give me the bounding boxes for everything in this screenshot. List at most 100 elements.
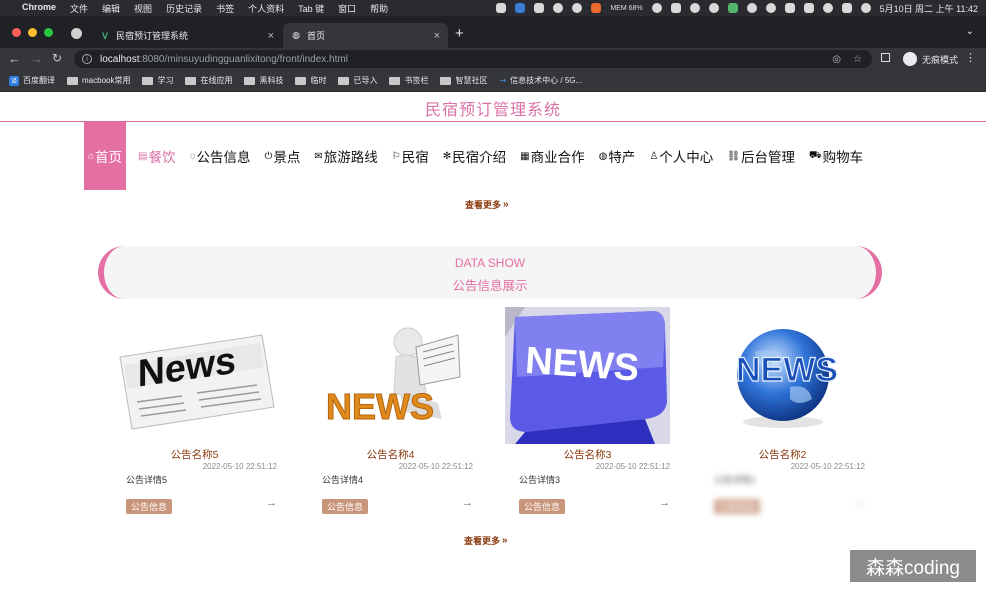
nav-home[interactable]: ⌂ 首页 — [84, 122, 127, 190]
card-badge[interactable]: 公告信息 — [126, 499, 173, 514]
wifi-icon[interactable] — [746, 3, 757, 13]
announcement-card[interactable]: NEWS 公告名称2 2022-05-10 22:51:12 公告详情2 公告信… — [700, 307, 865, 517]
folder-icon — [338, 76, 350, 85]
nav-user-center[interactable]: ♙ 个人中心 — [649, 146, 713, 166]
tab-admin[interactable]: V 民宿预订管理系统 × — [92, 23, 282, 48]
close-tab-icon[interactable]: × — [434, 30, 440, 42]
zoom-window-icon[interactable] — [44, 28, 53, 37]
status-app-icon[interactable] — [708, 3, 719, 13]
star-icon[interactable]: ☆ — [853, 54, 862, 65]
status-app-icon[interactable] — [651, 3, 662, 13]
nav-routes[interactable]: ✉ 旅游路线 — [314, 146, 377, 166]
minimize-window-icon[interactable] — [28, 28, 37, 37]
control-icon[interactable] — [841, 3, 852, 13]
status-app-icon[interactable] — [689, 3, 700, 13]
bookmark-folder[interactable]: 临时 — [295, 75, 326, 86]
card-title[interactable]: 公告名称4 — [308, 447, 473, 462]
menu-window[interactable]: 窗口 — [338, 2, 356, 15]
menu-profile[interactable]: 个人资料 — [248, 2, 284, 15]
close-tab-icon[interactable]: × — [268, 30, 274, 42]
status-app-icon[interactable] — [515, 3, 526, 13]
status-app-icon[interactable] — [591, 3, 602, 13]
address-bar[interactable]: i localhost :8080/minsuyudingguanlixiton… — [74, 50, 872, 68]
menu-edit[interactable]: 编辑 — [102, 2, 120, 15]
more-menu-icon[interactable]: ⋮ — [965, 51, 976, 64]
user-switch-icon[interactable] — [765, 3, 776, 13]
view-more-link[interactable]: 查看更多» — [464, 534, 508, 547]
nav-business[interactable]: ▦ 商业合作 — [520, 146, 584, 166]
card-date: 2022-05-10 22:51:12 — [595, 462, 670, 471]
status-app-icon[interactable] — [784, 3, 795, 13]
menu-view[interactable]: 视图 — [134, 2, 152, 15]
status-app-icon[interactable] — [670, 3, 681, 13]
nav-attractions[interactable]: ⏻ 景点 — [264, 146, 300, 166]
card-badge[interactable]: 公告信息 — [714, 499, 761, 514]
announcement-card[interactable]: NEWS 公告名称3 2022-05-10 22:51:12 公告详情3 公告信… — [505, 307, 670, 517]
food-icon: ▤ — [138, 150, 148, 162]
profile-button[interactable]: 无痕模式 — [902, 52, 958, 66]
bookmark-folder[interactable]: macbook常用 — [67, 75, 130, 86]
nav-admin[interactable]: ⛓ 后台管理 — [727, 146, 795, 166]
card-title[interactable]: 公告名称3 — [505, 447, 670, 462]
card-badge[interactable]: 公告信息 — [519, 499, 566, 514]
window-controls — [12, 28, 53, 37]
card-title[interactable]: 公告名称2 — [700, 447, 865, 462]
memory-indicator[interactable]: MEM 68% — [610, 5, 642, 12]
card-title[interactable]: 公告名称5 — [112, 447, 277, 462]
view-more-link[interactable]: 查看更多» — [465, 198, 509, 211]
nav-cart[interactable]: ⛟ 购物车 — [809, 146, 863, 166]
pinned-tab-icon[interactable] — [71, 28, 82, 39]
menu-tab[interactable]: Tab 键 — [298, 2, 324, 15]
tab-home[interactable]: ◍ 首页 × — [283, 23, 448, 48]
close-window-icon[interactable] — [12, 28, 21, 37]
search-icon[interactable] — [822, 3, 833, 13]
url-host: localhost — [100, 53, 140, 65]
folder-icon — [244, 76, 256, 85]
back-icon[interactable]: ← — [8, 51, 21, 66]
arrow-right-icon[interactable]: → — [659, 497, 670, 509]
status-app-icon[interactable] — [553, 3, 564, 13]
arrow-right-icon[interactable]: → — [854, 497, 865, 509]
chevron-down-icon[interactable]: ⌄ — [966, 26, 974, 37]
info-icon[interactable]: i — [82, 54, 92, 64]
control-center-icon[interactable] — [803, 3, 814, 13]
battery-icon[interactable] — [727, 3, 738, 13]
reading-figure-icon: NEWS — [308, 307, 473, 444]
bookmark-folder[interactable]: 学习 — [142, 75, 173, 86]
menu-bookmarks[interactable]: 书签 — [216, 2, 234, 15]
announcement-card[interactable]: NEWS 公告名称4 2022-05-10 22:51:12 公告详情4 公告信… — [308, 307, 473, 517]
new-tab-icon[interactable]: + — [455, 25, 464, 42]
nav-homestay-intro[interactable]: ✻ 民宿介绍 — [443, 146, 506, 166]
bookmark-folder[interactable]: 书签栏 — [389, 75, 428, 86]
flag-icon: ⚐ — [391, 150, 401, 162]
bookmark-folder[interactable]: 黑科技 — [244, 75, 283, 86]
arrow-right-icon[interactable]: → — [462, 497, 473, 509]
incognito-eye-icon[interactable]: ◎ — [832, 54, 841, 65]
menu-app[interactable]: Chrome — [22, 2, 56, 15]
status-app-icon[interactable] — [496, 3, 507, 13]
menu-file[interactable]: 文件 — [70, 2, 88, 15]
bookmark-baidu-translate[interactable]: 译百度翻译 — [9, 75, 55, 86]
reload-icon[interactable]: ↻ — [52, 51, 62, 65]
bookmark-folder[interactable]: 在线应用 — [185, 75, 232, 86]
nav-food[interactable]: ▤ 餐饮 — [138, 146, 175, 166]
siri-icon[interactable] — [860, 3, 871, 13]
forward-icon[interactable]: → — [30, 51, 43, 66]
nav-announcements[interactable]: ◌ 公告信息 — [190, 146, 251, 166]
clock[interactable]: 5月10日 周二 上午 11:42 — [880, 2, 978, 15]
arrow-right-icon[interactable]: → — [266, 497, 277, 509]
bookmark-folder[interactable]: 智慧社区 — [440, 75, 487, 86]
card-badge[interactable]: 公告信息 — [322, 499, 369, 514]
cart-icon: ⛟ — [808, 149, 822, 161]
announcement-card[interactable]: News 公告名称5 2022-05-10 22:51:12 公告详情5 公告信… — [112, 307, 277, 517]
nav-specialty[interactable]: ◍ 特产 — [599, 146, 636, 166]
news-globe-icon: NEWS — [700, 307, 865, 444]
menu-history[interactable]: 历史记录 — [166, 2, 202, 15]
bookmark-folder[interactable]: 已导入 — [338, 75, 377, 86]
menu-help[interactable]: 帮助 — [370, 2, 388, 15]
bookmark-info-center[interactable]: ⇝ 信息技术中心 / 5G... — [499, 75, 582, 86]
nav-homestay[interactable]: ⚐ 民宿 — [392, 146, 429, 166]
status-app-icon[interactable] — [534, 3, 545, 13]
status-app-icon[interactable] — [572, 3, 583, 13]
side-panel-icon[interactable] — [881, 53, 890, 62]
